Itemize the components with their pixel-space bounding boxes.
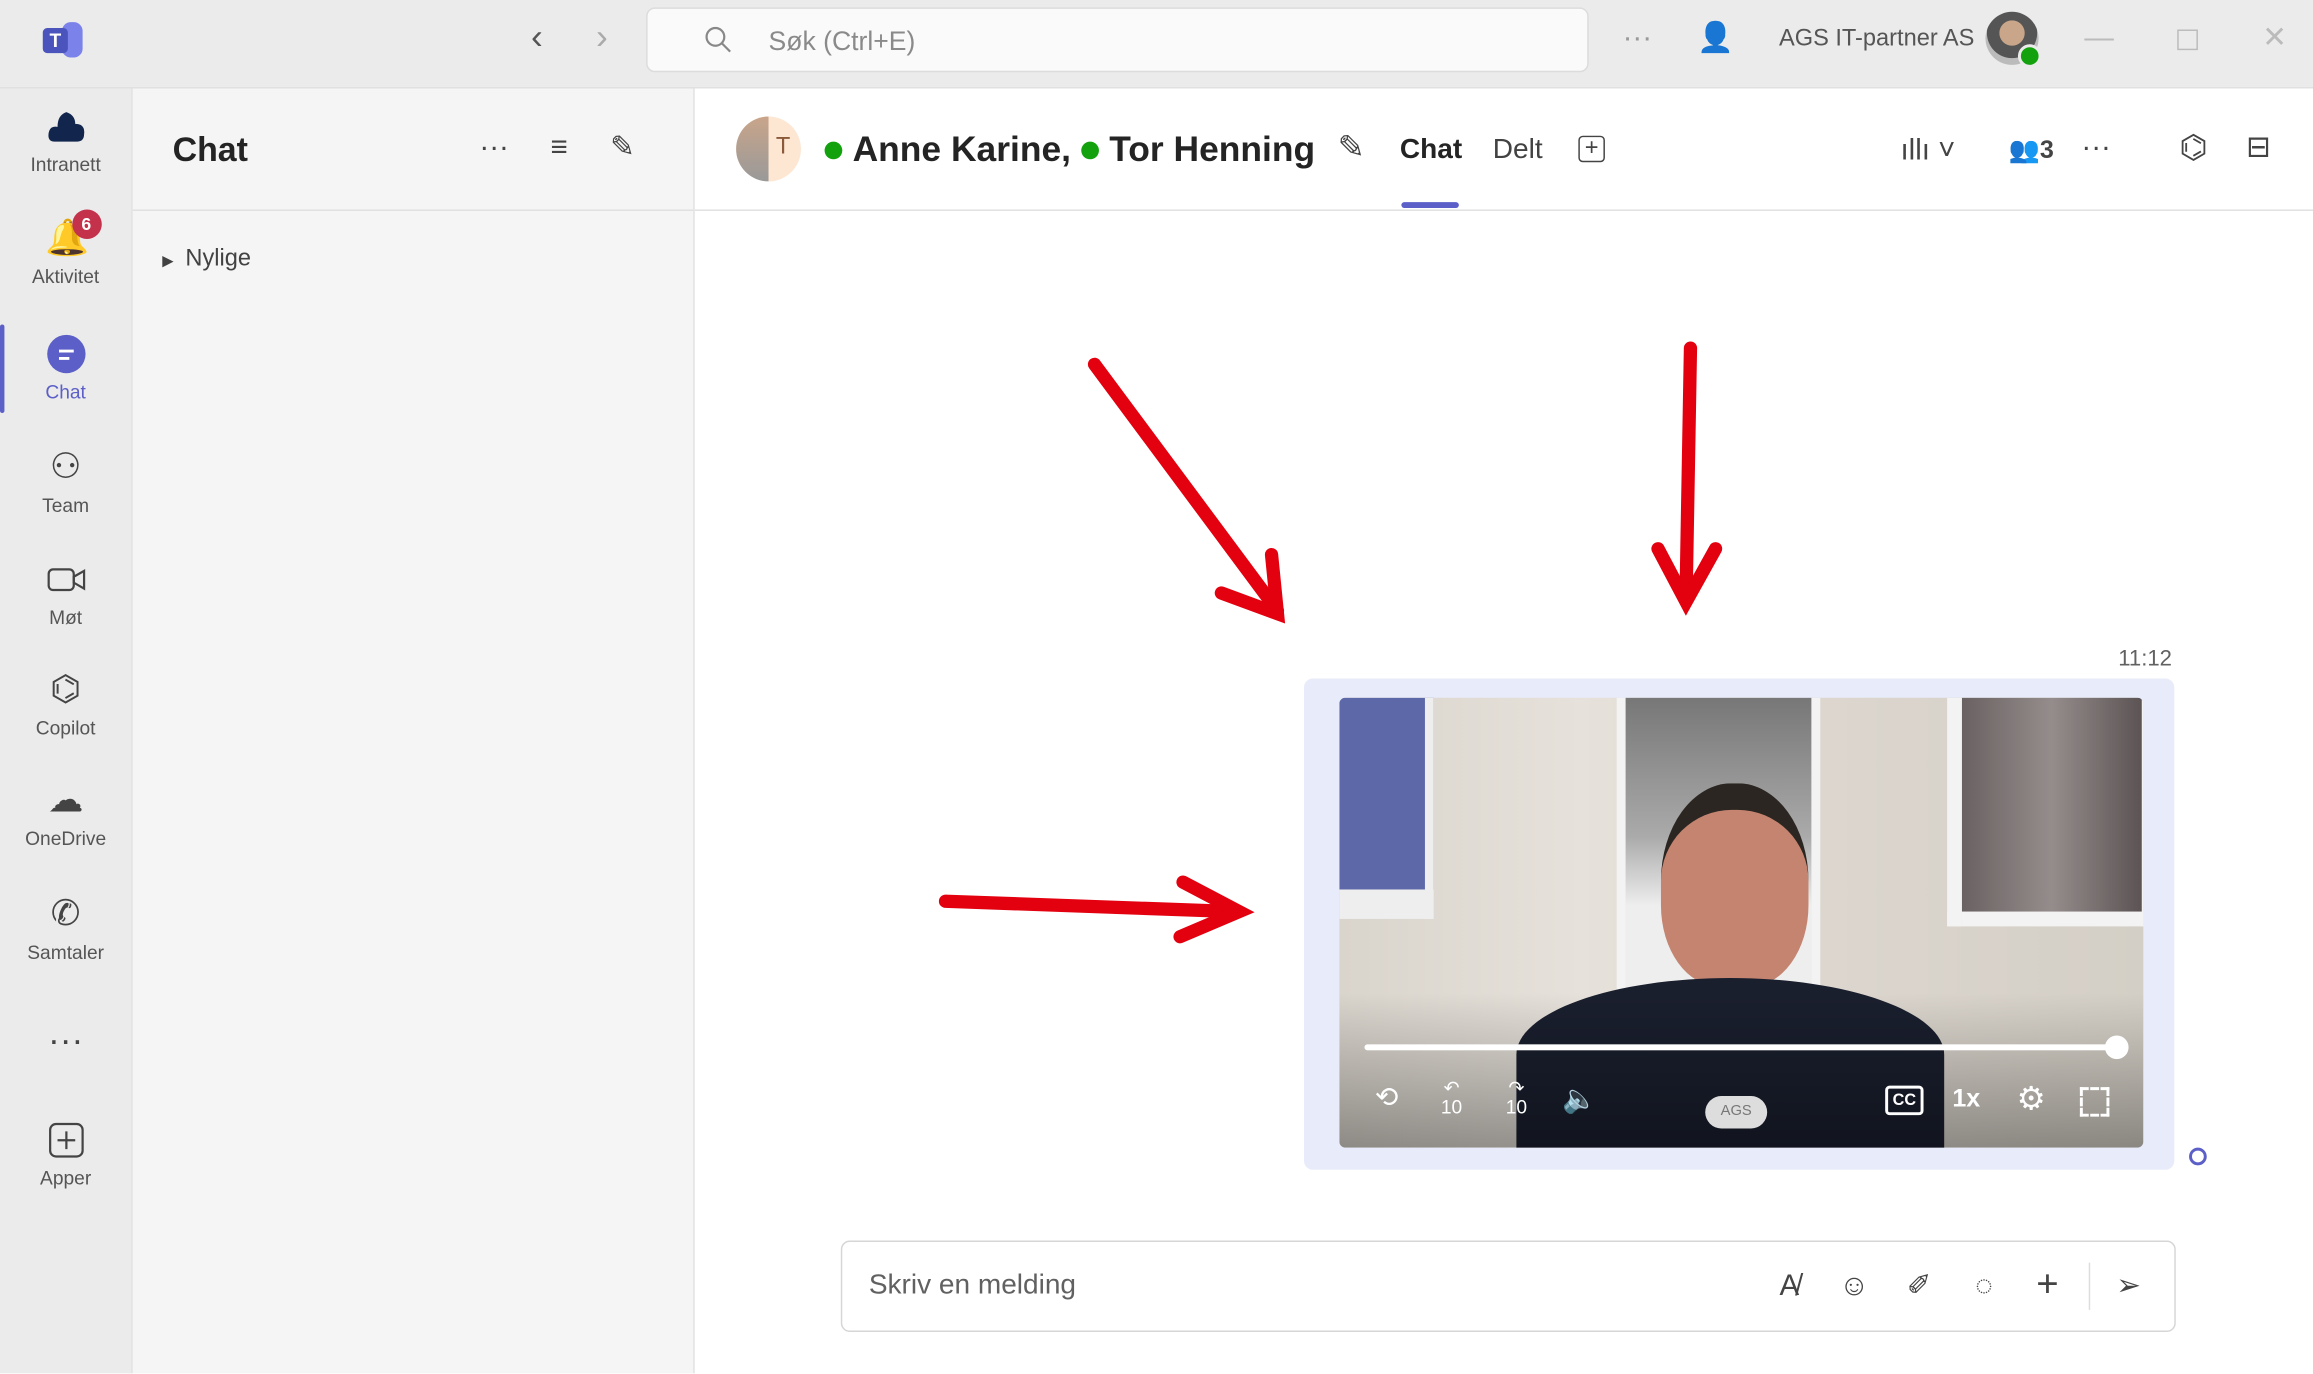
skip-back-button[interactable]: ↶ 10 bbox=[1434, 1078, 1469, 1116]
message-input[interactable]: Skriv en melding bbox=[869, 1270, 1076, 1302]
loop-icon[interactable]: ◌ bbox=[1963, 1269, 2004, 1304]
poster bbox=[1947, 697, 2144, 927]
send-icon[interactable]: ➢ bbox=[2108, 1269, 2149, 1304]
settings-icon[interactable]: ⚙ bbox=[2012, 1080, 2050, 1118]
copilot-compose-icon[interactable]: ✐ bbox=[1898, 1269, 1939, 1304]
read-receipt-icon bbox=[2189, 1147, 2207, 1166]
message-bubble: ⟲ ↶ 10 ↷ 10 🔈 AGS CC 1x ⚙ bbox=[1303, 678, 2175, 1170]
progress-bar[interactable] bbox=[1364, 1035, 2129, 1060]
divider bbox=[2088, 1262, 2091, 1310]
arrow-right bbox=[938, 875, 1255, 944]
person-head bbox=[1660, 783, 1809, 987]
arrow-diagonal bbox=[1087, 357, 1286, 624]
progress-fill bbox=[1364, 1044, 2117, 1051]
replay-icon[interactable]: ⟲ bbox=[1369, 1081, 1404, 1115]
skip-forward-button[interactable]: ↷ 10 bbox=[1499, 1078, 1534, 1116]
format-icon[interactable]: A̸ bbox=[1769, 1269, 1810, 1304]
playback-speed-button[interactable]: 1x bbox=[1947, 1084, 1985, 1114]
add-icon[interactable]: + bbox=[2027, 1264, 2068, 1302]
poster bbox=[1339, 697, 1434, 919]
compose-box[interactable]: Skriv en melding A̸ ☺ ✐ ◌ + ➢ bbox=[840, 1240, 2176, 1333]
emoji-icon[interactable]: ☺ bbox=[1834, 1269, 1875, 1304]
fullscreen-icon[interactable] bbox=[2079, 1087, 2110, 1117]
shirt-logo: AGS bbox=[1705, 1095, 1768, 1129]
progress-thumb[interactable] bbox=[2104, 1035, 2129, 1060]
volume-icon[interactable]: 🔈 bbox=[1561, 1081, 1599, 1116]
video-player[interactable]: ⟲ ↶ 10 ↷ 10 🔈 AGS CC 1x ⚙ bbox=[1339, 697, 2144, 1148]
arrow-down bbox=[1651, 341, 1723, 616]
message-timestamp: 11:12 bbox=[2118, 646, 2172, 672]
captions-button[interactable]: CC bbox=[1885, 1085, 1924, 1116]
